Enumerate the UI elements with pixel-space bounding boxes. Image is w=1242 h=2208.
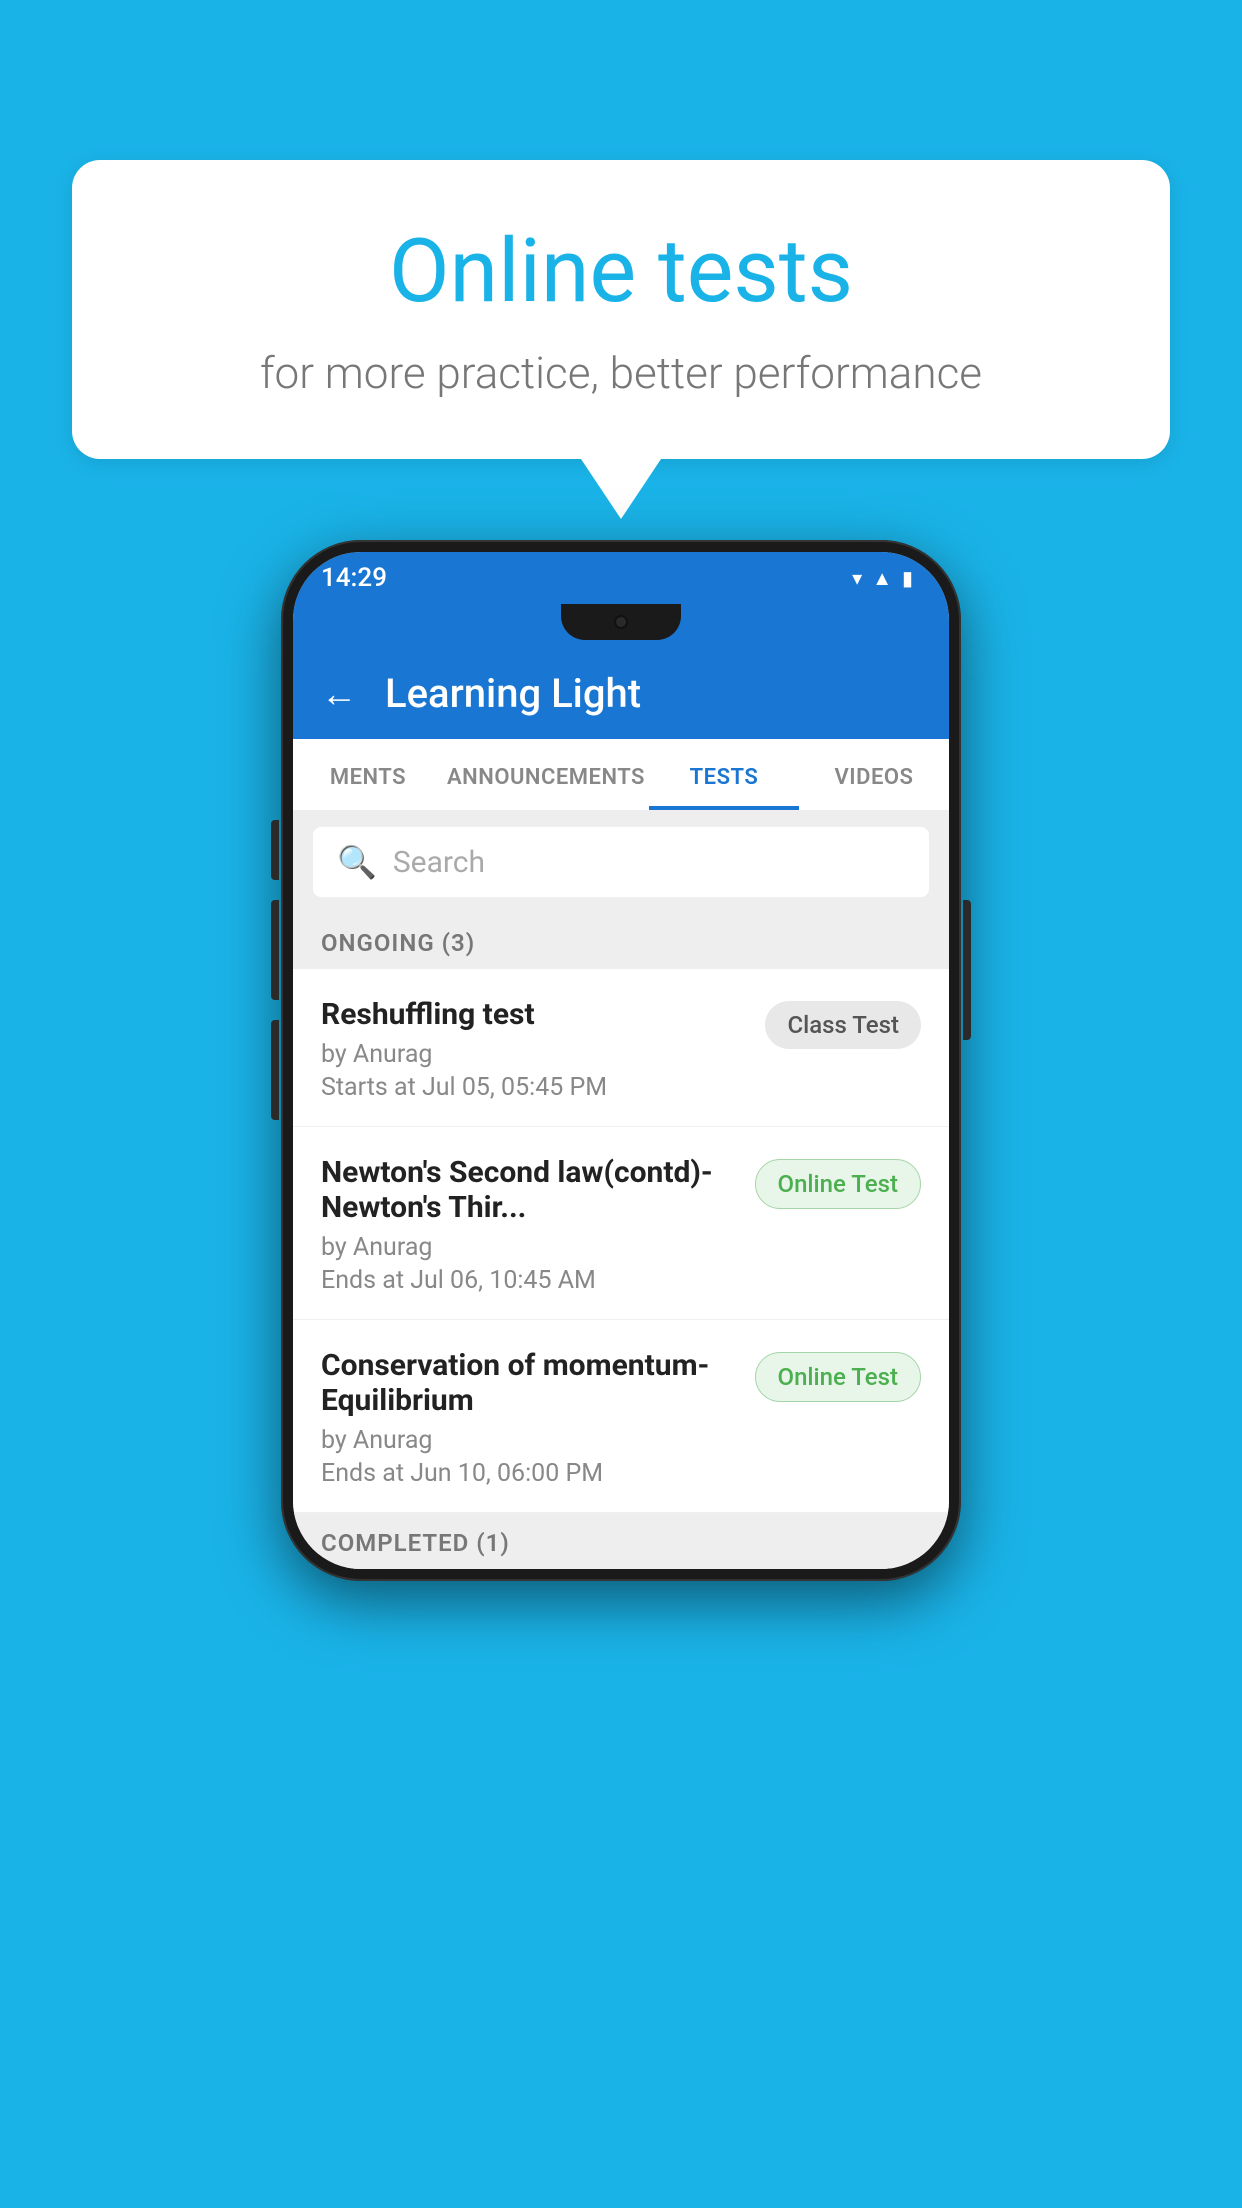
side-button-vol-up bbox=[271, 900, 279, 1000]
test-info-3: Conservation of momentum-Equilibrium by … bbox=[321, 1348, 755, 1488]
test-name-1: Reshuffling test bbox=[321, 997, 745, 1032]
search-container: 🔍 Search bbox=[293, 811, 949, 913]
back-button[interactable]: ← bbox=[321, 673, 357, 715]
test-name-2: Newton's Second law(contd)-Newton's Thir… bbox=[321, 1155, 735, 1225]
wifi-icon: ▾ bbox=[852, 566, 862, 590]
test-list: Reshuffling test by Anurag Starts at Jul… bbox=[293, 969, 949, 1513]
app-header: ← Learning Light bbox=[293, 648, 949, 739]
search-placeholder: Search bbox=[393, 845, 485, 880]
search-icon: 🔍 bbox=[337, 843, 377, 881]
bubble-title: Online tests bbox=[152, 220, 1090, 323]
test-date-2: Ends at Jul 06, 10:45 AM bbox=[321, 1266, 735, 1295]
tabs-bar: MENTS ANNOUNCEMENTS TESTS VIDEOS bbox=[293, 739, 949, 811]
app-title: Learning Light bbox=[385, 670, 641, 717]
bubble-subtitle: for more practice, better performance bbox=[152, 347, 1090, 399]
notch-bar bbox=[293, 604, 949, 648]
bubble-tail bbox=[581, 459, 661, 519]
test-date-3: Ends at Jun 10, 06:00 PM bbox=[321, 1459, 735, 1488]
test-badge-2: Online Test bbox=[755, 1159, 921, 1209]
test-info-1: Reshuffling test by Anurag Starts at Jul… bbox=[321, 997, 765, 1102]
test-info-2: Newton's Second law(contd)-Newton's Thir… bbox=[321, 1155, 755, 1295]
phone-outer: 14:29 ▾ ▲ ▮ ← Learning Light MENT bbox=[281, 540, 961, 1581]
side-button-vol-down bbox=[271, 1020, 279, 1120]
test-author-1: by Anurag bbox=[321, 1040, 745, 1069]
notch bbox=[561, 604, 681, 640]
test-name-3: Conservation of momentum-Equilibrium bbox=[321, 1348, 735, 1418]
test-badge-1: Class Test bbox=[765, 1001, 921, 1049]
side-button-back bbox=[271, 820, 279, 880]
status-bar: 14:29 ▾ ▲ ▮ bbox=[293, 552, 949, 604]
test-badge-3: Online Test bbox=[755, 1352, 921, 1402]
status-time: 14:29 bbox=[321, 563, 387, 593]
tab-ments[interactable]: MENTS bbox=[293, 739, 443, 810]
ongoing-section-header: ONGOING (3) bbox=[293, 913, 949, 969]
tab-tests[interactable]: TESTS bbox=[649, 739, 799, 810]
side-button-power bbox=[963, 900, 971, 1040]
phone-container: 14:29 ▾ ▲ ▮ ← Learning Light MENT bbox=[281, 540, 961, 1581]
test-author-2: by Anurag bbox=[321, 1233, 735, 1262]
status-icons: ▾ ▲ ▮ bbox=[852, 566, 913, 591]
signal-icon: ▲ bbox=[872, 566, 892, 591]
test-date-1: Starts at Jul 05, 05:45 PM bbox=[321, 1073, 745, 1102]
speech-bubble: Online tests for more practice, better p… bbox=[72, 160, 1170, 459]
camera bbox=[614, 615, 628, 629]
test-item-2[interactable]: Newton's Second law(contd)-Newton's Thir… bbox=[293, 1127, 949, 1320]
search-bar[interactable]: 🔍 Search bbox=[313, 827, 929, 897]
tab-announcements[interactable]: ANNOUNCEMENTS bbox=[443, 739, 649, 810]
test-item-3[interactable]: Conservation of momentum-Equilibrium by … bbox=[293, 1320, 949, 1513]
test-item-1[interactable]: Reshuffling test by Anurag Starts at Jul… bbox=[293, 969, 949, 1127]
tab-videos[interactable]: VIDEOS bbox=[799, 739, 949, 810]
completed-section-header: COMPLETED (1) bbox=[293, 1513, 949, 1569]
battery-icon: ▮ bbox=[902, 566, 913, 590]
phone-inner: 14:29 ▾ ▲ ▮ ← Learning Light MENT bbox=[293, 552, 949, 1569]
speech-bubble-container: Online tests for more practice, better p… bbox=[72, 160, 1170, 519]
test-author-3: by Anurag bbox=[321, 1426, 735, 1455]
